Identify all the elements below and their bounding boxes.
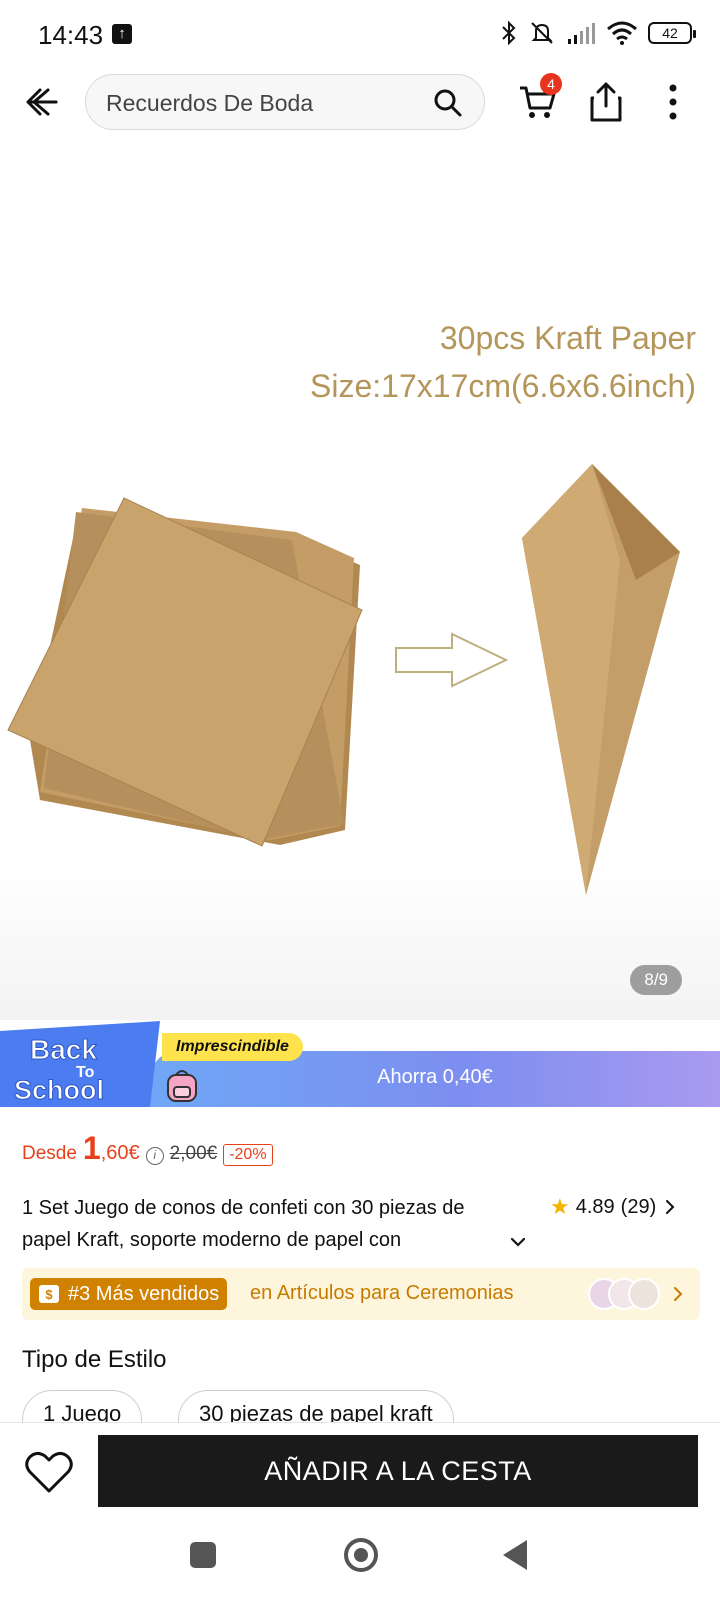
chevron-right-icon — [674, 1287, 683, 1301]
cart-count-badge: 4 — [540, 73, 562, 95]
signal-icon — [568, 23, 595, 44]
back-arrow-icon[interactable] — [20, 80, 64, 124]
home-button[interactable] — [344, 1538, 378, 1572]
battery-indicator: 42 — [648, 22, 696, 44]
top-header: Recuerdos De Boda 4 — [0, 70, 720, 136]
more-vertical-icon[interactable] — [655, 80, 691, 124]
status-bar: 14:43 ↑ 42 — [0, 0, 720, 70]
discount-badge: -20% — [223, 1144, 273, 1166]
style-section-title: Tipo de Estilo — [22, 1346, 167, 1373]
backpack-icon — [167, 1070, 197, 1102]
svg-text:Back: Back — [30, 1034, 97, 1065]
chevron-right-icon — [666, 1200, 675, 1214]
bestseller-banner[interactable]: $ #3 Más vendidos en Artículos para Cere… — [22, 1268, 700, 1320]
price-integer: 1 — [82, 1130, 101, 1166]
bestseller-rank: #3 Más vendidos — [68, 1283, 220, 1305]
product-image-carousel[interactable]: 30pcs Kraft Paper Size:17x17cm(6.6x6.6in… — [0, 140, 720, 1020]
bluetooth-icon — [502, 20, 516, 46]
heart-icon[interactable] — [24, 1449, 74, 1495]
price-row: Desde 1 ,60€ i 2,00€ -20% — [22, 1130, 273, 1167]
bottom-action-bar: AÑADIR A LA CESTA — [0, 1422, 720, 1522]
status-time: 14:43 — [38, 20, 104, 50]
add-to-cart-button[interactable]: AÑADIR A LA CESTA — [98, 1435, 698, 1507]
svg-text:$: $ — [45, 1287, 53, 1302]
style-options: 1 Juego 30 piezas de papel kraft — [22, 1390, 720, 1422]
kraft-paper-illustration — [7, 464, 680, 895]
mute-icon — [531, 22, 553, 44]
info-icon[interactable]: i — [145, 1147, 164, 1165]
promo-tag: Imprescindible — [162, 1033, 303, 1061]
bestseller-badge: $ #3 Más vendidos — [30, 1278, 228, 1310]
search-icon[interactable] — [432, 87, 464, 119]
status-icons: 42 — [500, 20, 696, 46]
star-icon: ★ — [550, 1194, 570, 1219]
system-nav-bar — [0, 1522, 720, 1600]
original-price: 2,00€ — [169, 1143, 218, 1164]
style-option-1[interactable]: 1 Juego — [22, 1390, 143, 1422]
share-icon[interactable] — [586, 80, 626, 124]
chevron-down-icon[interactable] — [508, 1232, 528, 1252]
svg-text:School: School — [14, 1075, 104, 1105]
search-query: Recuerdos De Boda — [106, 90, 314, 116]
promo-banner[interactable]: Ahorra 0,40€ Imprescindible Back To Scho… — [0, 1021, 720, 1107]
review-count: (29) — [620, 1195, 657, 1218]
category-thumbnails — [588, 1278, 660, 1310]
trophy-icon: $ — [39, 1285, 59, 1303]
wifi-icon — [607, 21, 637, 45]
price-decimal: ,60€ — [100, 1142, 140, 1164]
recent-apps-button[interactable] — [190, 1542, 216, 1568]
back-button[interactable] — [503, 1540, 527, 1570]
price-from-label: Desde — [22, 1143, 77, 1164]
image-counter: 8/9 — [630, 965, 682, 995]
rating-value: 4.89 — [575, 1195, 615, 1218]
style-option-2[interactable]: 30 piezas de papel kraft — [178, 1390, 454, 1422]
upload-icon: ↑ — [112, 24, 132, 44]
search-input[interactable]: Recuerdos De Boda — [85, 74, 485, 130]
promo-savings: Ahorra 0,40€ — [377, 1066, 493, 1088]
back-to-school-logo: Back To School — [0, 1021, 160, 1107]
title-fade — [410, 1224, 500, 1256]
rating[interactable]: ★ 4.89 (29) — [550, 1194, 678, 1220]
bestseller-category: en Artículos para Ceremonias — [250, 1282, 514, 1304]
